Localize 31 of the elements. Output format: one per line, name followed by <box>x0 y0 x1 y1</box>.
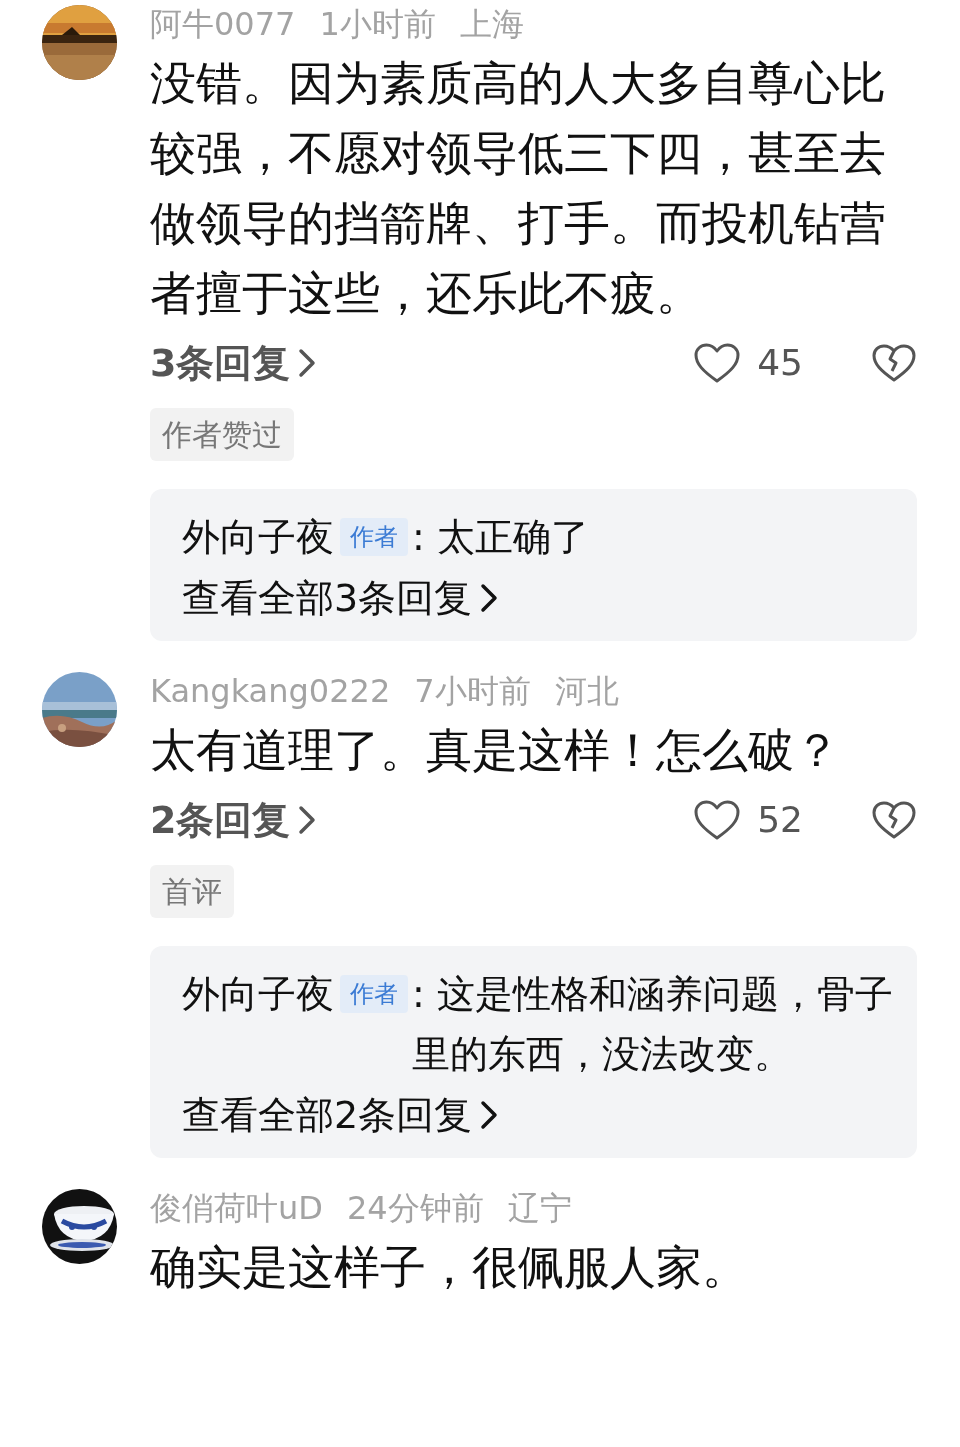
author-badge: 作者 <box>340 518 408 556</box>
tag: 作者赞过 <box>150 408 294 461</box>
chevron-icon <box>298 805 317 835</box>
tag: 首评 <box>150 865 234 918</box>
chevron-icon <box>298 348 317 378</box>
replies-link[interactable]: 3条回复 <box>150 334 317 392</box>
reply-author[interactable]: 外向子夜 <box>182 507 334 567</box>
location: 辽宁 <box>507 1188 572 1229</box>
broken-heart-icon[interactable] <box>871 800 917 840</box>
location: 上海 <box>459 4 524 45</box>
like-count: 45 <box>757 341 803 385</box>
chevron-icon <box>480 1100 499 1130</box>
view-all-replies-link[interactable]: 查看全部3条回复 <box>182 567 499 629</box>
author-badge: 作者 <box>340 975 408 1013</box>
comment-text: 太有道理了。真是这样！怎么破？ <box>150 722 841 779</box>
reply-text: : 这是性格和涵养问题，骨子里的东西，没法改变。 <box>412 971 894 1078</box>
reply-author[interactable]: 外向子夜 <box>182 964 334 1024</box>
replies-link[interactable]: 2条回复 <box>150 791 317 849</box>
chevron-icon <box>480 583 499 613</box>
comment-text: 没错。因为素质高的人大多自尊心比较强，不愿对领导低三下四，甚至去做领导的挡箭牌、打手。而投机钻营者擅于这些，还乐此不疲。 <box>150 55 887 322</box>
broken-heart-icon[interactable] <box>871 343 917 383</box>
like-count: 52 <box>757 798 803 842</box>
comment-text: 确实是这样子，很佩服人家。 <box>150 1239 749 1296</box>
heart-icon[interactable] <box>693 799 742 841</box>
view-all-replies-link[interactable]: 查看全部2条回复 <box>182 1084 499 1146</box>
timestamp: 7小时前 <box>414 671 531 712</box>
timestamp: 1小时前 <box>319 4 436 45</box>
heart-icon[interactable] <box>693 342 742 384</box>
reply-text: : 太正确了 <box>412 514 590 561</box>
location: 河北 <box>554 671 619 712</box>
timestamp: 24分钟前 <box>346 1188 484 1229</box>
